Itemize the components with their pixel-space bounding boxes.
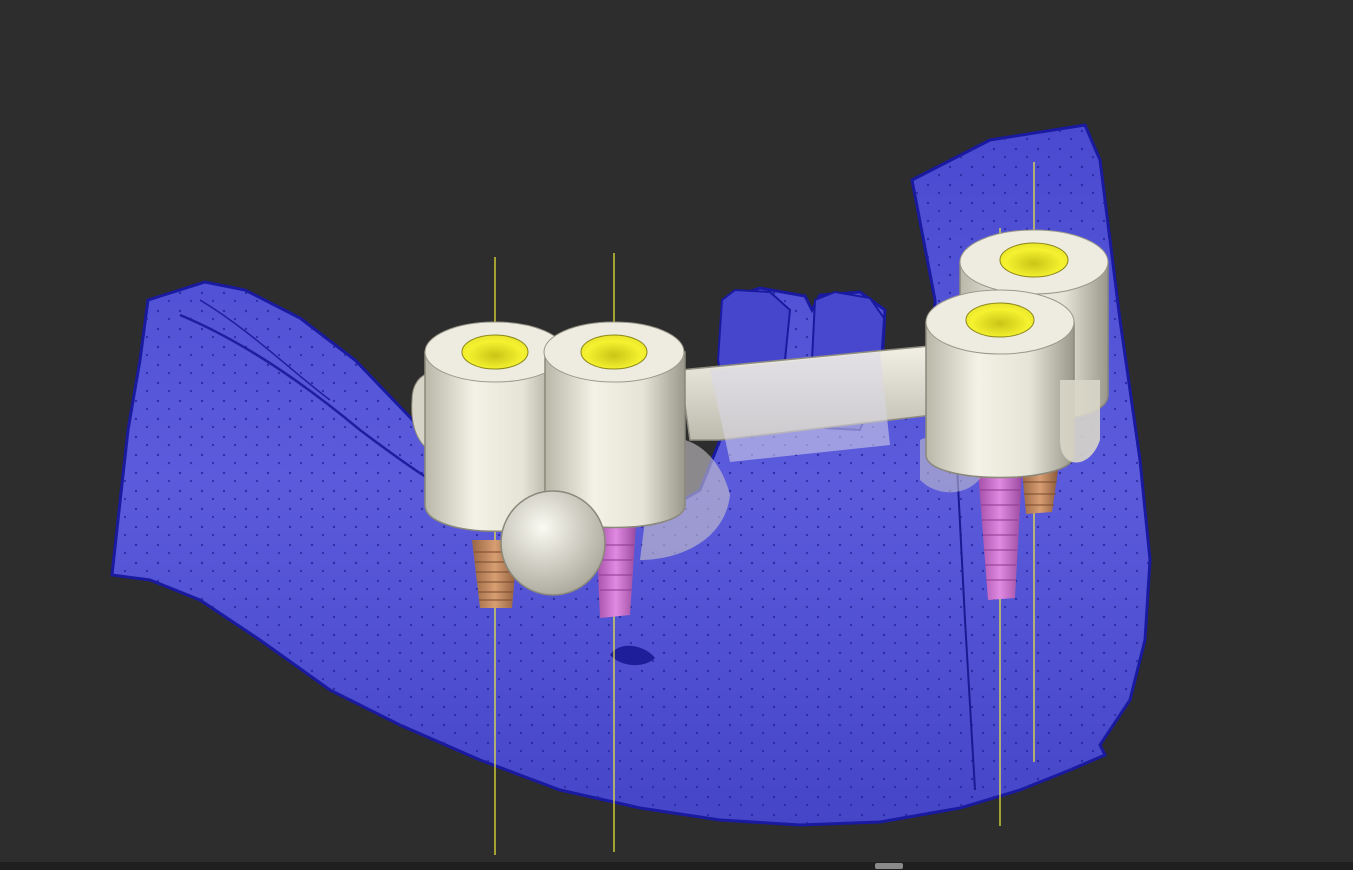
- horizontal-scrollbar[interactable]: [0, 862, 1353, 870]
- 3d-viewport[interactable]: [0, 0, 1353, 862]
- sleeve-hole-1: [461, 334, 529, 370]
- guide-ball-support: [500, 490, 606, 596]
- sleeve-hole-3: [965, 302, 1035, 338]
- sleeve-hole-4: [999, 242, 1069, 278]
- viewport-canvas[interactable]: [0, 0, 1353, 862]
- sleeve-hole-2: [580, 334, 648, 370]
- guide-sleeve-3: [925, 289, 1100, 479]
- scrollbar-thumb[interactable]: [875, 863, 903, 869]
